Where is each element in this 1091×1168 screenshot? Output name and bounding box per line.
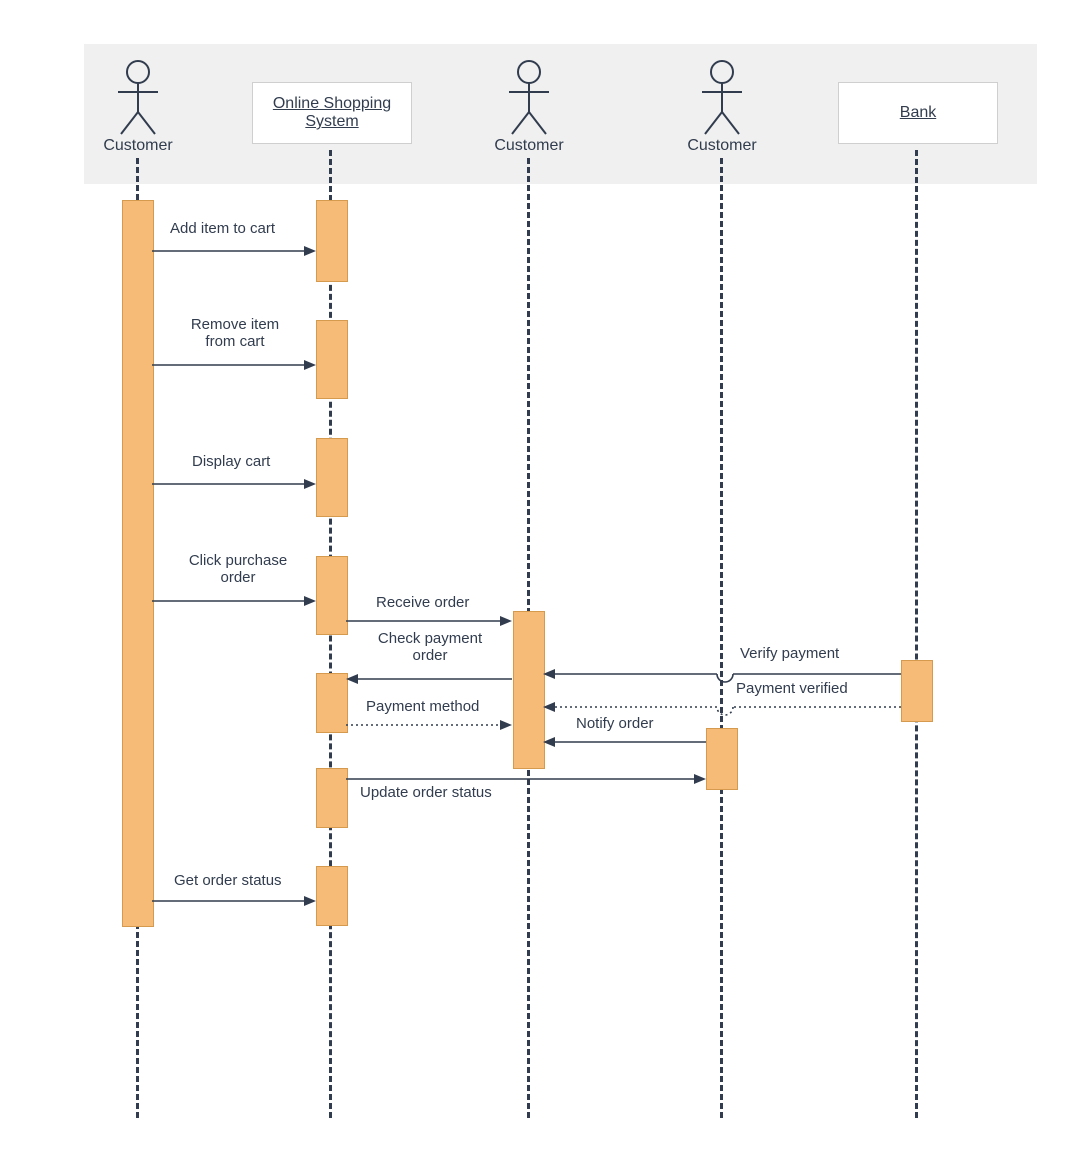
activation-system-1 xyxy=(316,200,348,282)
activation-customer2 xyxy=(513,611,545,769)
msg-receive-order: Receive order xyxy=(376,594,469,611)
msg-get-status: Get order status xyxy=(174,872,282,889)
actor-icon xyxy=(113,60,163,135)
activation-system-5 xyxy=(316,673,348,733)
msg-verify-payment: Verify payment xyxy=(740,645,839,662)
actor-label-customer1: Customer xyxy=(98,137,178,155)
lifeline-customer3 xyxy=(720,158,723,1118)
arrow-click-purchase xyxy=(152,594,317,608)
arrow-payment-method xyxy=(346,718,514,732)
msg-display-cart: Display cart xyxy=(192,453,270,470)
activation-customer1 xyxy=(122,200,154,927)
arrow-check-payment xyxy=(346,672,514,686)
msg-click-purchase: Click purchase order xyxy=(178,552,298,587)
participant-system: Online Shopping System xyxy=(252,82,412,144)
msg-update-status: Update order status xyxy=(360,784,492,801)
msg-remove-item: Remove item from cart xyxy=(180,316,290,351)
arrow-remove-item xyxy=(152,358,317,372)
arrow-update-status xyxy=(346,772,708,786)
msg-add-item: Add item to cart xyxy=(170,220,275,237)
arrow-receive-order xyxy=(346,614,514,628)
activation-system-2 xyxy=(316,320,348,399)
activation-system-4 xyxy=(316,556,348,635)
actor-label-customer3: Customer xyxy=(682,137,762,155)
arrow-notify-order xyxy=(543,735,708,749)
activation-bank xyxy=(901,660,933,722)
activation-system-7 xyxy=(316,866,348,926)
msg-payment-verified: Payment verified xyxy=(736,680,848,697)
arrow-add-item xyxy=(152,244,317,258)
arrow-verify-payment xyxy=(543,665,903,685)
activation-system-3 xyxy=(316,438,348,517)
sequence-diagram: Customer Online Shopping System Customer… xyxy=(0,0,1091,1168)
actor-label-customer2: Customer xyxy=(489,137,569,155)
msg-notify-order: Notify order xyxy=(576,715,654,732)
actor-icon xyxy=(697,60,747,135)
actor-icon xyxy=(504,60,554,135)
activation-customer3 xyxy=(706,728,738,790)
arrow-get-status xyxy=(152,894,317,908)
msg-payment-method: Payment method xyxy=(366,698,479,715)
msg-check-payment: Check payment order xyxy=(370,630,490,665)
lifeline-bank xyxy=(915,150,918,1118)
participant-bank-label: Bank xyxy=(900,104,936,122)
arrow-display-cart xyxy=(152,477,317,491)
activation-system-6 xyxy=(316,768,348,828)
participant-system-label: Online Shopping System xyxy=(253,95,411,131)
participant-bank: Bank xyxy=(838,82,998,144)
